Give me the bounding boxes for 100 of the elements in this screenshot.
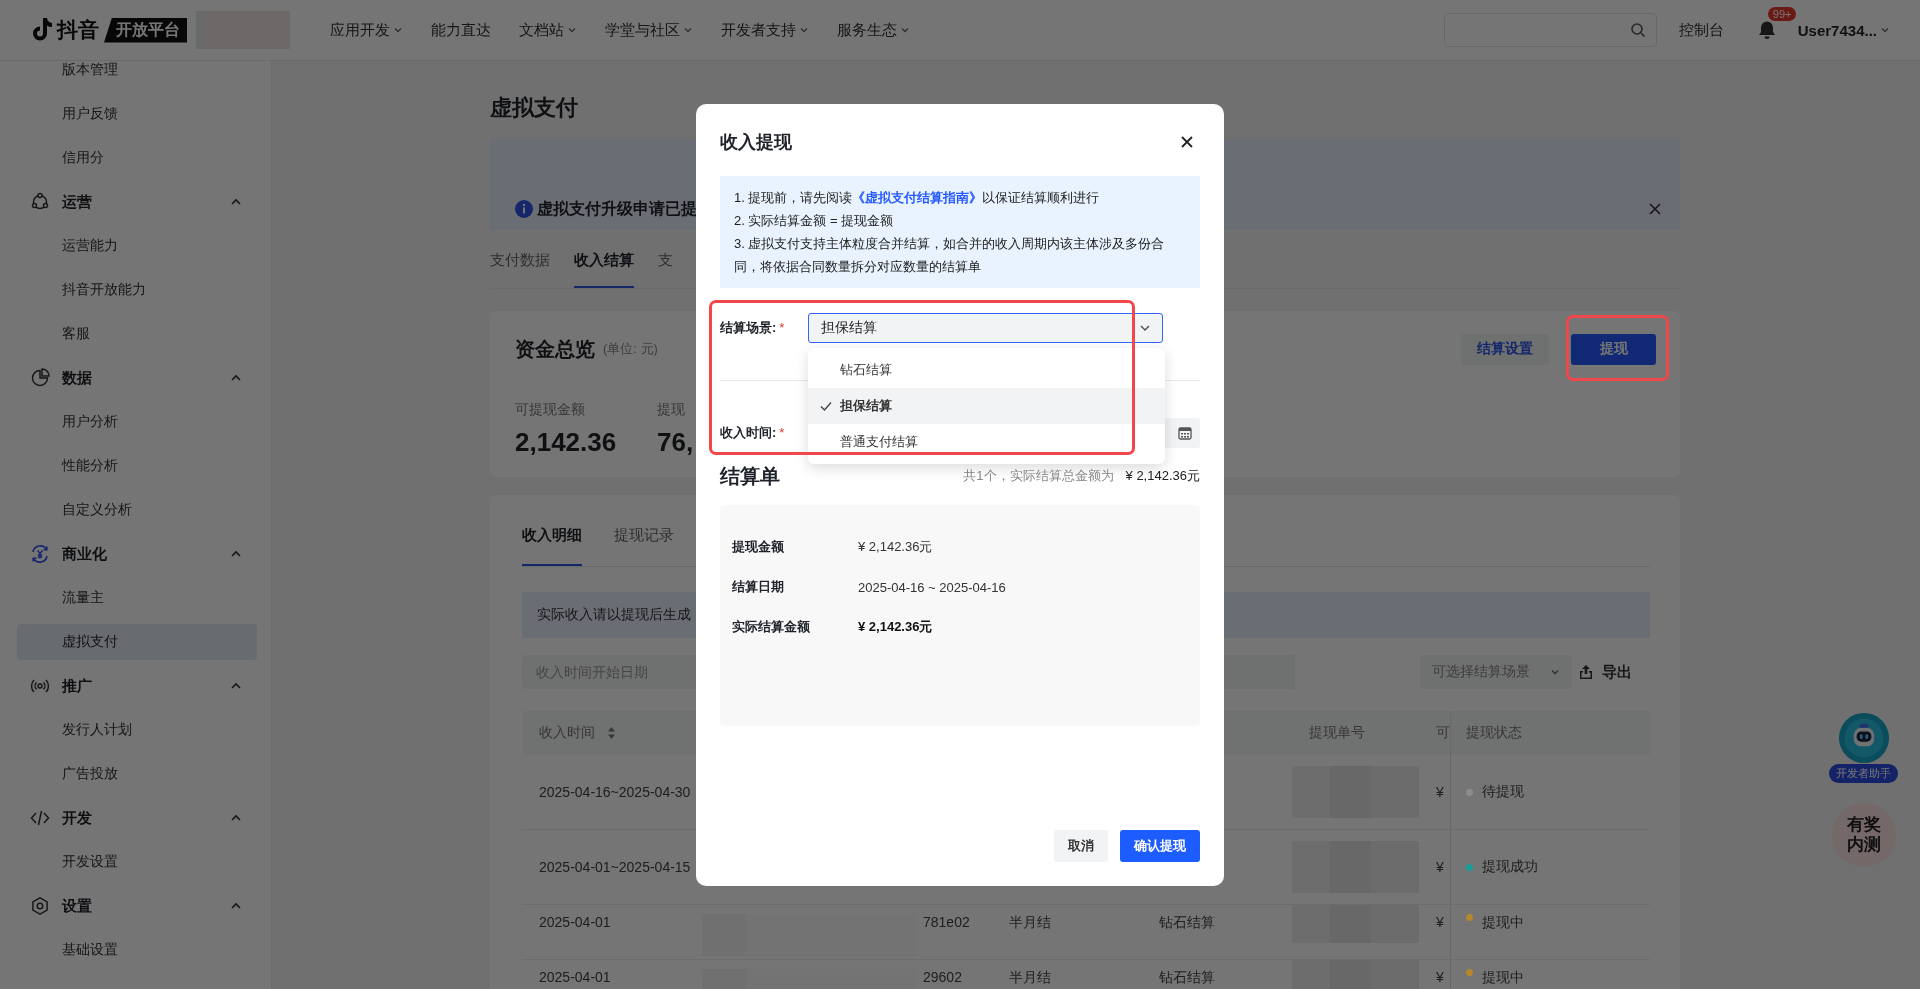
caret-icon <box>1550 667 1560 677</box>
sidebar-item[interactable]: 用户反馈 <box>17 96 257 132</box>
table-cell: 钻石结算 <box>1159 914 1215 930</box>
column-header[interactable]: 收入时间 <box>539 724 595 742</box>
note-text: 1. 提现前，请先阅读《虚拟支付结算指南》以保证结算顺利进行 <box>734 189 1101 207</box>
status-text: 提现中 <box>1482 914 1524 930</box>
nav-item[interactable]: 能力直达 <box>431 20 491 40</box>
sidebar-item[interactable]: 性能分析 <box>17 448 257 484</box>
close-icon[interactable] <box>1180 135 1194 149</box>
field-label: 结算场景: * <box>720 319 786 337</box>
stat-label: 可提现金额 <box>515 400 585 419</box>
summary-text: 共1个，实际结算总金额为 <box>963 467 1114 485</box>
tab[interactable]: 收入结算 <box>574 250 634 288</box>
sidebar-item[interactable]: 发行人计划 <box>17 712 257 748</box>
guide-link[interactable]: 《虚拟支付结算指南》 <box>852 190 983 205</box>
nav-item[interactable]: 开发者支持 <box>721 20 809 40</box>
table-cell: 钻石结算 <box>1159 969 1215 985</box>
upload-icon <box>1578 664 1594 680</box>
check-icon <box>819 399 833 413</box>
confirm-button[interactable]: 确认提现 <box>1120 830 1200 862</box>
stat-label: 提现 <box>657 400 685 419</box>
table-cell: ¥ <box>1436 859 1444 875</box>
sidebar-group[interactable]: 运营 <box>62 192 92 212</box>
table-cell: 29602 <box>923 969 962 985</box>
sidebar-item[interactable]: 运营能力 <box>17 228 257 264</box>
sidebar-item[interactable]: 版本管理 <box>17 61 257 88</box>
code-icon <box>30 808 50 828</box>
field-label: 收入时间: * <box>720 424 786 442</box>
sidebar-item[interactable]: 流量主 <box>17 580 257 616</box>
search-icon <box>1629 22 1646 38</box>
table-cell: 半月结 <box>1009 914 1051 930</box>
nodes-icon <box>30 192 50 212</box>
note-text: 3. 虚拟支付支持主体粒度合并结算，如合并的收入周期内该主体涉及多份合同，将依据合同数量拆分对应数量的结算单 <box>734 235 1166 276</box>
sidebar-item[interactable]: 用户分析 <box>17 404 257 440</box>
table-cell: ¥ <box>1436 784 1444 800</box>
dropdown-option[interactable]: 担保结算 <box>808 388 1165 424</box>
status-text: 待提现 <box>1482 783 1524 801</box>
dialog-title: 收入提现 <box>720 131 792 154</box>
sidebar-item[interactable]: 基础设置 <box>17 932 257 968</box>
sidebar-group[interactable]: 设置 <box>62 896 92 916</box>
sidebar-group[interactable]: 开发 <box>62 808 92 828</box>
nav-item[interactable]: 应用开发 <box>330 20 403 40</box>
console-link[interactable]: 控制台 <box>1678 20 1724 40</box>
sidebar-group[interactable]: 商业化 <box>62 544 107 564</box>
tab[interactable]: 提现记录 <box>614 525 674 566</box>
yen-exchange-icon <box>30 544 50 564</box>
sidebar-group[interactable]: 推广 <box>62 676 92 696</box>
note-logo-icon <box>30 17 54 43</box>
pie-chart-icon <box>30 368 50 388</box>
detail-label: 提现金额 <box>732 538 785 556</box>
logo-text[interactable]: 抖音 <box>57 16 99 44</box>
stat-value: 76, <box>657 426 694 459</box>
detail-value: ¥ 2,142.36元 <box>858 618 933 636</box>
sidebar-item[interactable]: 客服 <box>17 316 257 352</box>
tab[interactable]: 支 <box>658 250 673 288</box>
sidebar-item[interactable]: 信用分 <box>17 140 257 176</box>
assistant-label[interactable]: 开发者助手 <box>1829 764 1898 783</box>
nav-item[interactable]: 文档站 <box>519 20 577 40</box>
sidebar-item[interactable]: 虚拟支付 <box>17 624 257 660</box>
nav-item[interactable]: 服务生态 <box>837 20 910 40</box>
table-cell: ¥ <box>1436 914 1444 930</box>
dropdown-option[interactable]: 钻石结算 <box>808 352 1165 388</box>
notification-badge: 99+ <box>1767 7 1797 21</box>
table-cell: 半月结 <box>1009 969 1051 985</box>
withdraw-button[interactable]: 提现 <box>1571 333 1656 365</box>
cancel-button[interactable]: 取消 <box>1054 830 1108 862</box>
table-cell: 781e02 <box>923 914 970 930</box>
sidebar-item[interactable]: 自定义分析 <box>17 492 257 528</box>
sidebar-item[interactable]: 开发设置 <box>17 844 257 880</box>
tab[interactable]: 支付数据 <box>490 250 550 288</box>
page-title: 虚拟支付 <box>490 94 579 122</box>
status-text: 提现成功 <box>1482 858 1538 876</box>
detail-value: ¥ 2,142.36元 <box>858 538 933 556</box>
beta-badge[interactable]: 有奖内测 <box>1831 803 1896 867</box>
detail-label: 实际结算金额 <box>732 618 811 636</box>
user-menu[interactable]: User7434... <box>1797 21 1890 39</box>
sidebar-item[interactable]: 广告投放 <box>17 756 257 792</box>
note-text: 2. 实际结算金额 = 提现金额 <box>734 212 895 230</box>
scene-select[interactable]: 担保结算 <box>808 313 1163 343</box>
robot-icon[interactable] <box>1837 712 1890 764</box>
status-text: 提现中 <box>1482 969 1524 985</box>
sidebar-item[interactable]: 抖音开放能力 <box>17 272 257 308</box>
sidebar-group[interactable]: 数据 <box>62 368 92 388</box>
nav-item[interactable]: 学堂与社区 <box>605 20 693 40</box>
table-cell: 2025-04-01 <box>539 969 611 985</box>
table-cell: 2025-04-16~2025-04-30 <box>539 784 691 800</box>
settings-button[interactable]: 结算设置 <box>1461 333 1549 365</box>
calendar-icon <box>1178 426 1192 440</box>
section-title: 资金总览 <box>515 336 595 362</box>
detail-value: 2025-04-16 ~ 2025-04-16 <box>858 579 1006 595</box>
dropdown-option[interactable]: 普通支付结算 <box>808 424 1165 460</box>
table-cell: ¥ <box>1436 969 1444 985</box>
caret-icon <box>1880 25 1890 35</box>
export-button[interactable]: 导出 <box>1572 661 1638 683</box>
sort-icon[interactable] <box>607 726 616 740</box>
info-icon <box>515 200 533 218</box>
search-field[interactable] <box>1443 13 1657 47</box>
section-title: 结算单 <box>720 463 780 489</box>
tab[interactable]: 收入明细 <box>522 525 582 566</box>
total-amount: ¥ 2,142.36元 <box>1125 467 1200 485</box>
